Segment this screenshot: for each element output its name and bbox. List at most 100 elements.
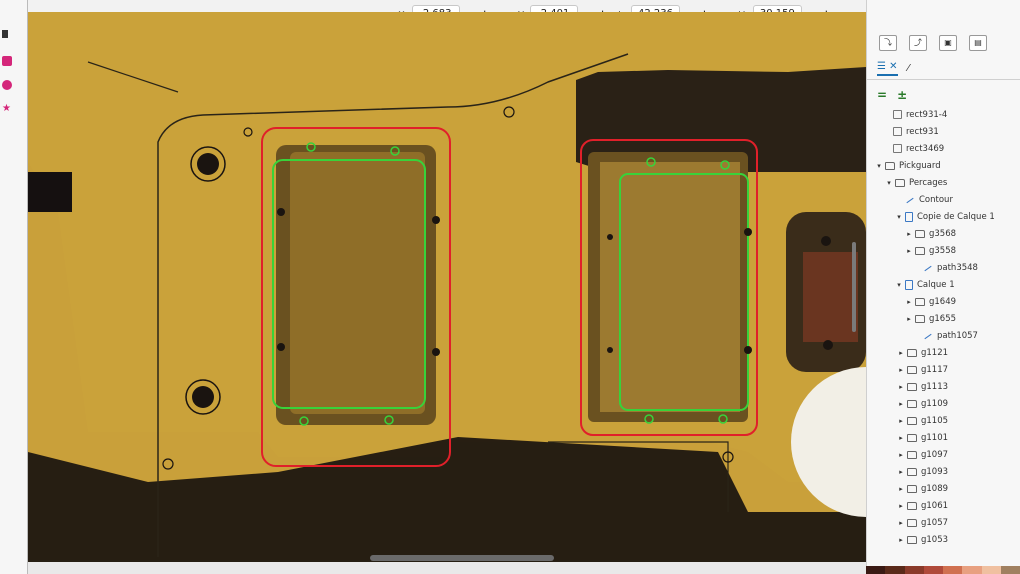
folder-icon (915, 229, 925, 238)
folder-icon (907, 467, 917, 476)
tree-item-label: rect931 (906, 126, 939, 137)
tree-item[interactable]: ▾ Pickguard (867, 157, 1020, 174)
layer-icon (905, 279, 913, 290)
control-cavity-inner (803, 252, 858, 342)
chevron-right-icon[interactable]: ▸ (897, 400, 905, 408)
tree-item[interactable]: ▾ Copie de Calque 1 (867, 208, 1020, 225)
tree-item-label: g3558 (929, 245, 957, 256)
command-icon[interactable]: ▤ (969, 35, 987, 51)
star-tool-icon[interactable]: ★ (2, 104, 12, 114)
chevron-right-icon[interactable]: ▸ (897, 434, 905, 442)
tree-item-label: path1057 (937, 330, 978, 341)
folder-icon (907, 535, 917, 544)
tree-item-label: rect931-4 (906, 109, 948, 120)
tree-item[interactable]: ▸ g1655 (867, 310, 1020, 327)
tree-item-label: Contour (919, 194, 953, 205)
tree-item[interactable]: ▸ g1093 (867, 463, 1020, 480)
chevron-right-icon[interactable]: ▸ (897, 485, 905, 493)
folder-icon (907, 348, 917, 357)
chevron-right-icon[interactable]: ▸ (897, 536, 905, 544)
tree-item[interactable]: rect3469 (867, 140, 1020, 157)
chevron-right-icon[interactable]: ▸ (905, 298, 913, 306)
chevron-right-icon[interactable]: ▸ (905, 247, 913, 255)
tree-item-label: Copie de Calque 1 (917, 211, 995, 222)
tree-item-label: g1105 (921, 415, 949, 426)
ellipse-tool-icon[interactable] (2, 80, 12, 90)
command-icon[interactable]: ⤴ (909, 35, 927, 51)
panel-actions: = ± (877, 88, 907, 102)
chevron-down-icon[interactable]: ▾ (895, 281, 903, 289)
tree-item-label: g1053 (921, 534, 949, 545)
folder-icon (907, 365, 917, 374)
tree-item[interactable]: ▸ g1057 (867, 514, 1020, 531)
command-icon[interactable]: ⤵ (879, 35, 897, 51)
folder-icon (907, 382, 917, 391)
folder-icon (907, 399, 917, 408)
tree-item-label: g1057 (921, 517, 949, 528)
folder-icon (907, 416, 917, 425)
tree-item[interactable]: ▸ g3568 (867, 225, 1020, 242)
folder-icon (915, 246, 925, 255)
chevron-down-icon[interactable]: ▾ (885, 179, 893, 187)
collapse-all-icon[interactable]: = (877, 88, 887, 102)
chk-icon (893, 127, 902, 136)
tree-item[interactable]: rect931-4 (867, 106, 1020, 123)
tree-item[interactable]: ▸ g1061 (867, 497, 1020, 514)
tree-item[interactable]: ▾ Calque 1 (867, 276, 1020, 293)
add-layer-icon[interactable]: ± (897, 88, 907, 102)
tree-item-label: g1093 (921, 466, 949, 477)
objects-panel: ⤵ ⤴ ▣ ▤ ☰ ✕ ⁄ = ± rect931-4 rect931 rect34… (866, 0, 1020, 574)
chevron-right-icon[interactable]: ▸ (897, 502, 905, 510)
chevron-down-icon[interactable]: ▾ (895, 213, 903, 221)
tab-objects[interactable]: ☰ ✕ (877, 61, 898, 76)
chevron-right-icon[interactable]: ▸ (905, 315, 913, 323)
chevron-right-icon[interactable]: ▸ (897, 468, 905, 476)
left-dark-notch (28, 172, 72, 212)
tree-item[interactable]: Contour (867, 191, 1020, 208)
tree-item-label: g1649 (929, 296, 957, 307)
pickguard-drawing (28, 12, 866, 562)
color-palette[interactable] (866, 566, 1020, 574)
chevron-right-icon[interactable]: ▸ (897, 519, 905, 527)
tree-item[interactable]: ▸ g1109 (867, 395, 1020, 412)
tree-item[interactable]: ▸ g1121 (867, 344, 1020, 361)
tree-item[interactable]: ▸ g1105 (867, 412, 1020, 429)
selector-tool-icon[interactable] (2, 30, 8, 38)
tree-item[interactable]: rect931 (867, 123, 1020, 140)
chevron-right-icon[interactable]: ▸ (897, 366, 905, 374)
tree-item[interactable]: ▸ g1053 (867, 531, 1020, 548)
tree-item[interactable]: path1057 (867, 327, 1020, 344)
folder-icon (895, 178, 905, 187)
tree-item[interactable]: ▸ g1117 (867, 361, 1020, 378)
tree-item-label: rect3469 (906, 143, 945, 154)
tree-item[interactable]: ▸ g1089 (867, 480, 1020, 497)
tree-item[interactable]: ▸ g3558 (867, 242, 1020, 259)
horizontal-scrollbar[interactable] (370, 555, 554, 561)
chevron-down-icon[interactable]: ▾ (875, 162, 883, 170)
tree-item[interactable]: ▸ g1649 (867, 293, 1020, 310)
folder-icon (915, 297, 925, 306)
path-icon (923, 263, 933, 273)
tree-item-label: g1121 (921, 347, 949, 358)
chevron-right-icon[interactable]: ▸ (897, 349, 905, 357)
tree-item-label: Pickguard (899, 160, 941, 171)
chk-icon (893, 144, 902, 153)
drawing-canvas[interactable] (28, 12, 866, 562)
chevron-right-icon[interactable]: ▸ (905, 230, 913, 238)
chevron-right-icon[interactable]: ▸ (897, 451, 905, 459)
tree-item[interactable]: ▾ Percages (867, 174, 1020, 191)
chk-icon (893, 110, 902, 119)
vertical-scrollbar[interactable] (852, 242, 856, 332)
command-icon[interactable]: ▣ (939, 35, 957, 51)
tree-item[interactable]: ▸ g1097 (867, 446, 1020, 463)
chevron-right-icon[interactable]: ▸ (897, 417, 905, 425)
tree-item-label: g1089 (921, 483, 949, 494)
tree-item-label: g1117 (921, 364, 949, 375)
tree-item-label: g3568 (929, 228, 957, 239)
tab-xml[interactable]: ⁄ (908, 63, 910, 74)
chevron-right-icon[interactable]: ▸ (897, 383, 905, 391)
tree-item[interactable]: path3548 (867, 259, 1020, 276)
rect-tool-icon[interactable] (2, 56, 12, 66)
tree-item[interactable]: ▸ g1101 (867, 429, 1020, 446)
tree-item[interactable]: ▸ g1113 (867, 378, 1020, 395)
